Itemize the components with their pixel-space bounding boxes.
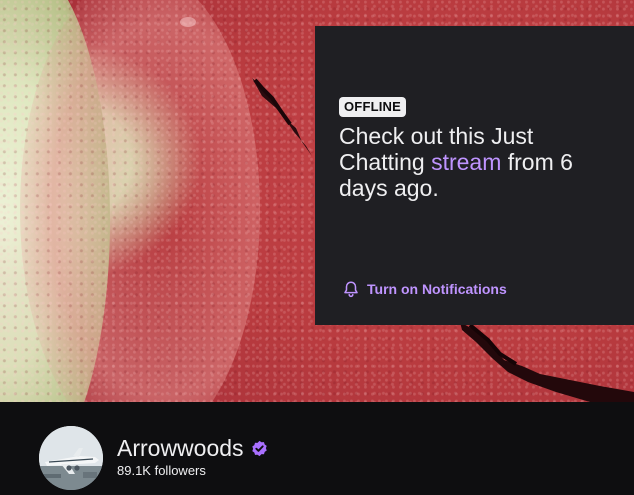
offline-message: Check out this Just Chatting stream from… <box>339 123 609 201</box>
offline-badge: OFFLINE <box>339 97 407 117</box>
channel-name-text: Arrowwoods <box>117 435 244 461</box>
channel-name[interactable]: Arrowwoods <box>117 435 268 461</box>
follower-count: 89.1K followers <box>117 463 206 478</box>
verified-badge-icon <box>251 440 268 457</box>
offline-card: OFFLINE Check out this Just Chatting str… <box>315 26 634 325</box>
bell-icon <box>342 280 360 298</box>
channel-avatar[interactable] <box>39 426 103 490</box>
channel-page: OFFLINE Check out this Just Chatting str… <box>0 0 634 495</box>
airplane-avatar-image <box>39 426 103 490</box>
stream-link[interactable]: stream <box>431 149 501 175</box>
channel-info-bar: Arrowwoods 89.1K followers <box>0 402 634 495</box>
turn-on-notifications-label: Turn on Notifications <box>367 281 507 297</box>
channel-banner: OFFLINE Check out this Just Chatting str… <box>0 0 634 402</box>
turn-on-notifications-button[interactable]: Turn on Notifications <box>342 280 507 298</box>
